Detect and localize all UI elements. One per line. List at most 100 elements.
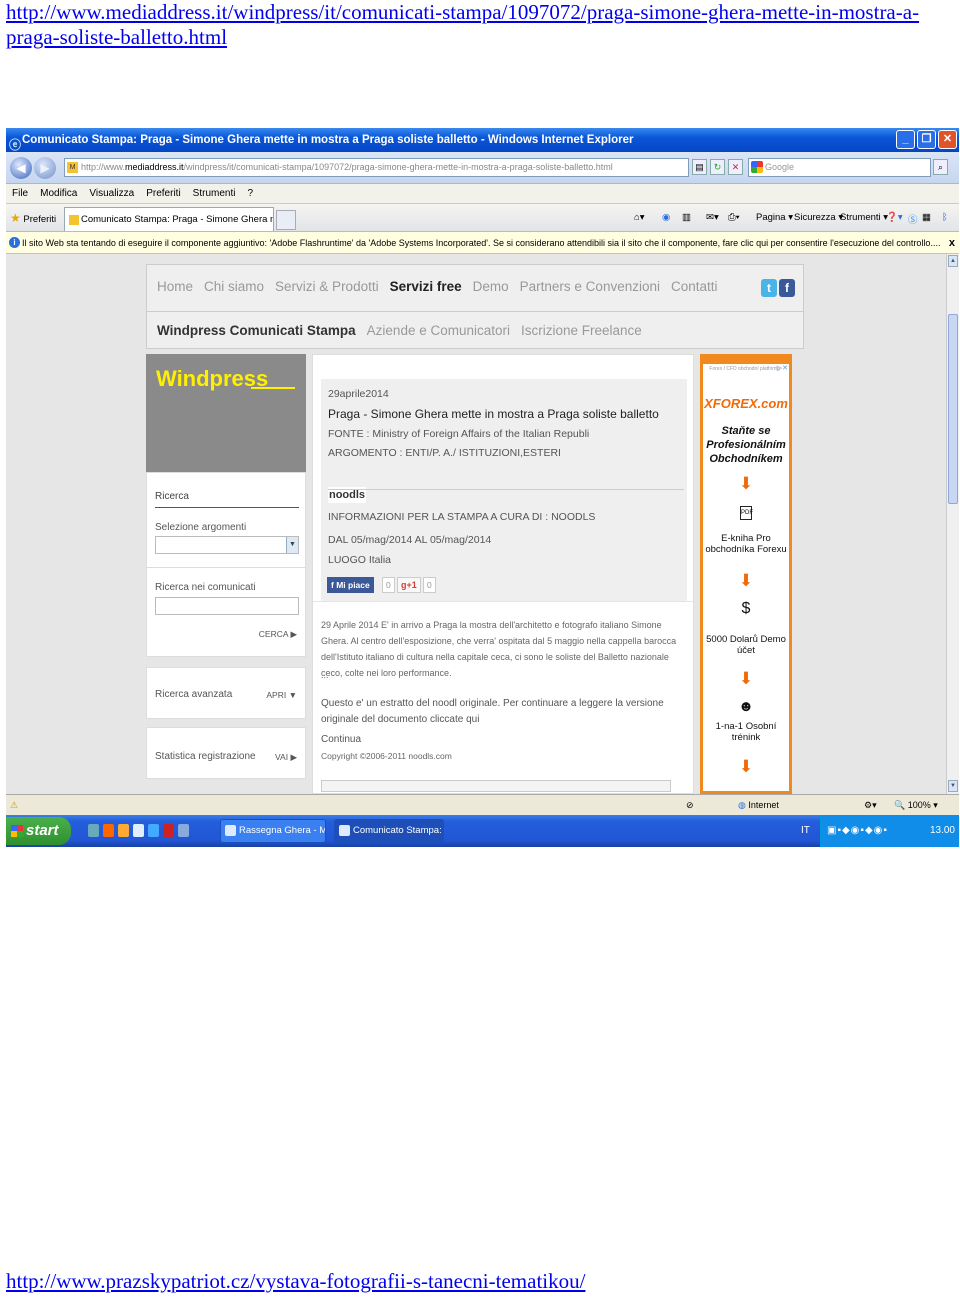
compatibility-icon[interactable]: ▤ bbox=[692, 159, 707, 175]
firefox-quicklaunch-icon[interactable] bbox=[103, 824, 114, 837]
related-url-link[interactable]: http://www.prazskypatriot.cz/vystava-fot… bbox=[6, 1269, 585, 1294]
taskbar-item-rassegna[interactable]: Rassegna Ghera - Mic... bbox=[220, 819, 326, 843]
topics-select[interactable]: ▼ bbox=[155, 536, 299, 554]
ad-choices-icon[interactable]: ▷✕ bbox=[777, 364, 788, 372]
research-icon[interactable]: ▦ bbox=[922, 212, 931, 223]
restore-button[interactable]: ❐ bbox=[917, 130, 936, 149]
media-quicklaunch-icon[interactable] bbox=[148, 824, 159, 837]
google-plus-button[interactable]: g+1 bbox=[397, 577, 421, 593]
back-icon[interactable]: ◀ bbox=[10, 157, 32, 179]
facebook-icon[interactable]: f bbox=[779, 279, 795, 297]
search-icon[interactable]: ⌕ bbox=[933, 159, 948, 175]
read-mail-icon[interactable]: ▥ bbox=[682, 212, 691, 223]
forward-icon[interactable]: ▶ bbox=[34, 157, 56, 179]
address-bar: ◀ ▶ M http://www.mediaddress.it/windpres… bbox=[6, 152, 959, 184]
arrow-down-icon: ⬇ bbox=[738, 571, 754, 590]
favorites-button[interactable]: ★ Preferiti bbox=[10, 211, 56, 225]
continue-link[interactable]: Continua bbox=[321, 732, 683, 748]
app2-quicklaunch-icon[interactable] bbox=[178, 824, 189, 837]
help-icon[interactable]: ❓▾ bbox=[886, 212, 903, 223]
ie-task-icon bbox=[339, 825, 350, 836]
content-hscroll[interactable] bbox=[321, 780, 671, 792]
cerca-button[interactable]: CERCA ▶ bbox=[259, 629, 297, 640]
zone-indicator: ◍ Internet bbox=[738, 795, 779, 815]
taskbar-item-ie[interactable]: Comunicato Stampa: ... bbox=[334, 819, 444, 843]
security-menu-label: Sicurezza bbox=[794, 212, 836, 223]
panel-divider bbox=[147, 567, 305, 568]
menu-strumenti[interactable]: Strumenti bbox=[193, 184, 236, 203]
favorites-bar: ★ Preferiti Comunicato Stampa: Praga - S… bbox=[6, 204, 959, 232]
nav-demo[interactable]: Demo bbox=[473, 279, 509, 294]
cerca-label: CERCA bbox=[258, 629, 289, 639]
article-title[interactable]: Praga - Simone Ghera mette in mostra a P… bbox=[328, 407, 659, 421]
url-path: /windpress/it/comunicati-stampa/1097072/… bbox=[183, 162, 613, 172]
nav-chi-siamo[interactable]: Chi siamo bbox=[204, 279, 264, 294]
forex-ad[interactable]: Forex / CFD obchodní platformy ▷✕ XFOREX… bbox=[700, 354, 792, 794]
article-excerpt[interactable]: Questo e' un estratto del noodl original… bbox=[321, 696, 683, 728]
search-comunicati-input[interactable] bbox=[155, 597, 299, 615]
menu-preferiti[interactable]: Preferiti bbox=[146, 184, 180, 203]
protected-mode-icon[interactable]: ⚙▾ bbox=[864, 795, 877, 815]
language-indicator[interactable]: IT bbox=[801, 815, 810, 847]
url-input[interactable]: M http://www.mediaddress.it/windpress/it… bbox=[64, 158, 689, 177]
stop-icon[interactable]: ✕ bbox=[728, 159, 743, 175]
nav-partners[interactable]: Partners e Convenzioni bbox=[520, 279, 660, 294]
search-input[interactable]: Google bbox=[748, 158, 931, 177]
start-button[interactable]: start bbox=[6, 817, 71, 845]
nav-contatti[interactable]: Contatti bbox=[671, 279, 718, 294]
source-url-link[interactable]: http://www.mediaddress.it/windpress/it/c… bbox=[6, 0, 936, 50]
feeds-icon[interactable]: ◉ bbox=[662, 212, 670, 223]
clock: 13.00 bbox=[929, 825, 955, 836]
ie-quicklaunch-icon[interactable] bbox=[88, 824, 99, 837]
minimize-button[interactable]: _ bbox=[896, 130, 915, 149]
scroll-thumb[interactable] bbox=[948, 314, 958, 504]
brand-underline bbox=[251, 387, 295, 389]
twitter-icon[interactable]: t bbox=[761, 279, 777, 297]
nav-servizi-free[interactable]: Servizi free bbox=[390, 279, 462, 294]
skype-icon[interactable]: Ⓢ bbox=[908, 212, 918, 226]
search-panel-title: Ricerca bbox=[155, 491, 189, 502]
refresh-icon[interactable]: ↻ bbox=[710, 159, 725, 175]
page-vscrollbar[interactable]: ▲ ▼ bbox=[946, 254, 959, 794]
home-icon[interactable]: ⌂▾ bbox=[634, 212, 645, 223]
security-menu[interactable]: Sicurezza ▾ bbox=[794, 212, 843, 223]
task-label-ie: Comunicato Stampa: ... bbox=[353, 825, 444, 836]
tray-icons[interactable]: ▣▪◆◉▪◆◉▪ bbox=[827, 815, 888, 847]
subnav-comunicati[interactable]: Windpress Comunicati Stampa bbox=[157, 323, 356, 338]
page-menu[interactable]: Pagina ▾ bbox=[756, 212, 793, 223]
app-quicklaunch-icon[interactable] bbox=[163, 824, 174, 837]
vai-button[interactable]: VAI ▶ bbox=[275, 752, 297, 763]
apri-button[interactable]: APRI ▼ bbox=[266, 690, 297, 700]
tools-menu[interactable]: Strumenti ▾ bbox=[840, 212, 888, 223]
activex-infobar[interactable]: i Il sito Web sta tentando di eseguire i… bbox=[6, 232, 959, 254]
search-panel: Ricerca Selezione argomenti ▼ Ricerca ne… bbox=[146, 472, 306, 657]
menu-file[interactable]: File bbox=[12, 184, 28, 203]
zoom-control[interactable]: 🔍 100% ▾ bbox=[894, 795, 938, 815]
scroll-down-icon[interactable]: ▼ bbox=[948, 780, 958, 792]
explorer-quicklaunch-icon[interactable] bbox=[133, 824, 144, 837]
menu-help[interactable]: ? bbox=[247, 184, 253, 203]
subnav-freelance[interactable]: Iscrizione Freelance bbox=[521, 323, 642, 338]
menu-visualizza[interactable]: Visualizza bbox=[89, 184, 134, 203]
mail-icon[interactable]: ✉▾ bbox=[706, 212, 719, 223]
stats-panel: Statistica registrazione VAI ▶ bbox=[146, 727, 306, 779]
subnav-aziende[interactable]: Aziende e Comunicatori bbox=[367, 323, 510, 338]
gplus-count: 0 bbox=[423, 577, 436, 593]
facebook-like-button[interactable]: f Mi piace bbox=[327, 577, 374, 593]
scroll-up-icon[interactable]: ▲ bbox=[948, 255, 958, 267]
menu-modifica[interactable]: Modifica bbox=[40, 184, 77, 203]
infobar-close-icon[interactable]: x bbox=[949, 232, 955, 253]
site-navigation: Home Chi siamo Servizi & Prodotti Serviz… bbox=[146, 264, 804, 349]
browser-tab[interactable]: Comunicato Stampa: Praga - Simone Ghera … bbox=[64, 207, 274, 231]
print-icon[interactable]: ⎙▾ bbox=[728, 212, 740, 223]
ad-tiny-text: Forex / CFD obchodní platformy bbox=[709, 366, 781, 372]
new-tab-button[interactable] bbox=[276, 210, 296, 230]
outlook-quicklaunch-icon[interactable] bbox=[118, 824, 129, 837]
event-dates: DAL 05/mag/2014 AL 05/mag/2014 bbox=[328, 534, 492, 546]
close-button[interactable]: ✕ bbox=[938, 130, 957, 149]
nav-home[interactable]: Home bbox=[157, 279, 193, 294]
like-count: 0 bbox=[382, 577, 395, 593]
bluetooth-icon[interactable]: ᛒ bbox=[942, 212, 948, 223]
popup-blocker-icon[interactable]: ⊘ bbox=[686, 795, 694, 815]
nav-servizi-prodotti[interactable]: Servizi & Prodotti bbox=[275, 279, 379, 294]
